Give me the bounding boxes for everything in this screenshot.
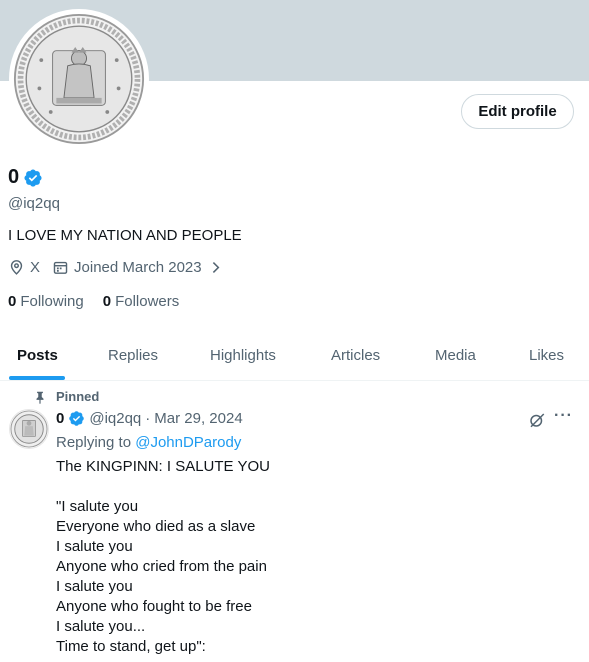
following-count: 0 bbox=[8, 293, 17, 310]
post-date[interactable]: Mar 29, 2024 bbox=[154, 410, 242, 427]
replying-prefix: Replying to bbox=[56, 434, 132, 451]
followers-label: Followers bbox=[115, 293, 180, 310]
display-name-text: 0 bbox=[8, 166, 20, 188]
seal-image-small bbox=[10, 410, 48, 448]
tab-articles[interactable]: Articles bbox=[331, 330, 380, 380]
joined-text: Joined March 2023 bbox=[74, 259, 202, 276]
tab-likes[interactable]: Likes bbox=[529, 330, 564, 380]
calendar-icon bbox=[53, 261, 68, 274]
profile-handle: @iq2qq bbox=[8, 195, 60, 212]
grok-icon[interactable] bbox=[528, 411, 546, 429]
following-link[interactable]: 0 Following bbox=[8, 293, 84, 310]
post-author-handle[interactable]: @iq2qq bbox=[89, 410, 141, 427]
tab-replies[interactable]: Replies bbox=[108, 330, 158, 380]
tab-posts[interactable]: Posts bbox=[17, 330, 58, 380]
post-separator: · bbox=[145, 410, 151, 427]
active-tab-indicator bbox=[9, 376, 65, 380]
post-author-name[interactable]: 0 bbox=[56, 410, 64, 427]
pin-icon bbox=[36, 391, 44, 404]
tab-media[interactable]: Media bbox=[435, 330, 476, 380]
profile-tabs: Posts Replies Highlights Articles Media … bbox=[0, 330, 589, 381]
tab-highlights[interactable]: Highlights bbox=[210, 330, 276, 380]
display-name: 0 bbox=[8, 166, 43, 189]
pinned-label: Pinned bbox=[33, 389, 99, 404]
verified-badge-icon[interactable] bbox=[68, 410, 85, 427]
follow-stats: 0 Following 0 Followers bbox=[8, 293, 179, 310]
chevron-right-icon bbox=[212, 261, 220, 274]
more-icon[interactable]: ··· bbox=[554, 408, 574, 430]
joined-item[interactable]: Joined March 2023 bbox=[52, 259, 224, 276]
profile-meta: X Joined March 2023 bbox=[8, 259, 236, 276]
followers-count: 0 bbox=[102, 293, 112, 310]
location-item: X bbox=[8, 259, 40, 276]
profile-avatar[interactable] bbox=[9, 9, 149, 149]
replying-to: Replying to @JohnDParody bbox=[56, 434, 241, 451]
following-label: Following bbox=[20, 293, 84, 310]
post-avatar[interactable] bbox=[9, 409, 49, 449]
post-text: The KINGPINN: I SALUTE YOU "I salute you… bbox=[56, 458, 270, 655]
verified-badge-icon[interactable] bbox=[23, 168, 43, 188]
location-pin-icon bbox=[10, 260, 23, 275]
profile-bio: I LOVE MY NATION AND PEOPLE bbox=[8, 227, 242, 244]
location-text: X bbox=[30, 259, 41, 276]
edit-profile-button[interactable]: Edit profile bbox=[461, 94, 574, 129]
post-header: 0 @iq2qq · Mar 29, 2024 bbox=[56, 410, 243, 427]
followers-link[interactable]: 0 Followers bbox=[103, 293, 180, 310]
seal-image bbox=[13, 13, 145, 145]
pinned-text: Pinned bbox=[56, 389, 100, 404]
replying-to-link[interactable]: @JohnDParody bbox=[135, 434, 241, 451]
